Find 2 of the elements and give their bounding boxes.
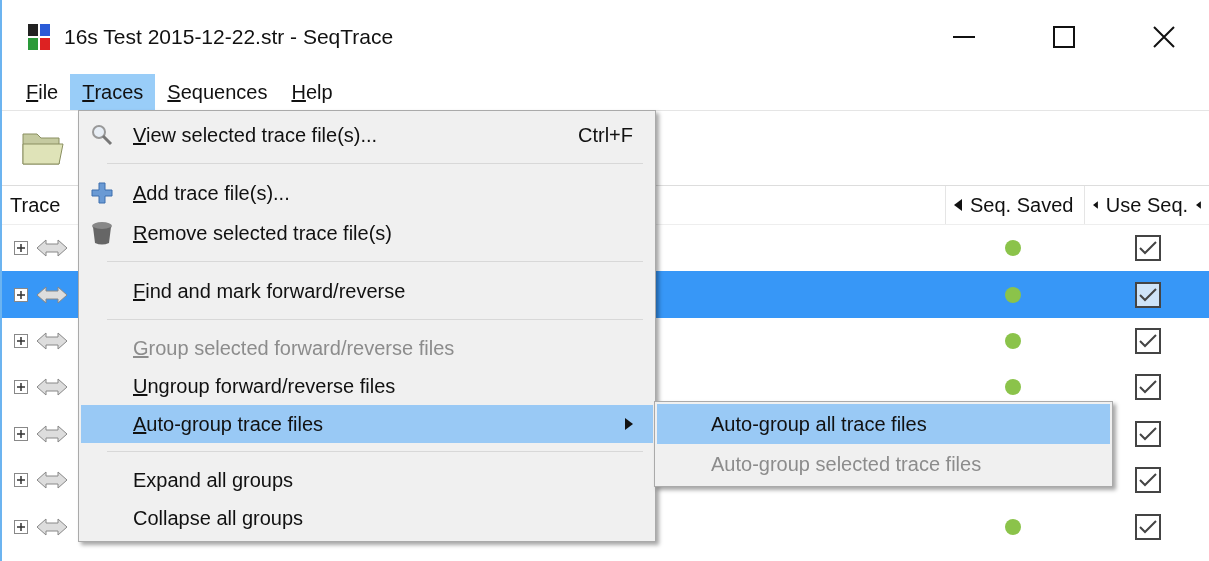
window-title: 16s Test 2015-12-22.str - SeqTrace bbox=[64, 25, 395, 49]
shortcut-label: Ctrl+F bbox=[578, 123, 633, 147]
